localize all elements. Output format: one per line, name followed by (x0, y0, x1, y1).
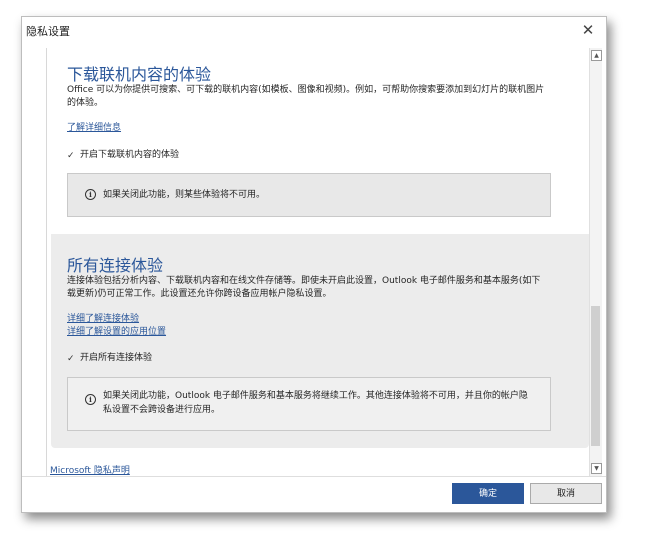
connected-info-line2: 私设置不会跨设备进行应用。 (103, 405, 221, 415)
connected-section-description: 连接体验包括分析内容、下载联机内容和在线文件存储等。即使未开启此设置，Outlo… (67, 276, 541, 299)
connected-info-line1: 如果关闭此功能，Outlook 电子邮件服务和基本服务将继续工作。其他连接体验将… (103, 391, 528, 401)
cancel-button[interactable]: 取消 (530, 483, 602, 504)
scroll-thumb[interactable] (591, 306, 600, 446)
connected-checkbox-row[interactable]: ✓ 开启所有连接体验 (67, 350, 152, 364)
scroll-down-icon[interactable]: ▼ (591, 463, 602, 474)
title-bar: 隐私设置 ✕ (22, 17, 606, 45)
download-info-box: i 如果关闭此功能，则某些体验将不可用。 (67, 173, 551, 217)
scroll-up-icon[interactable]: ▲ (591, 50, 602, 61)
download-content-section: 下载联机内容的体验 Office 可以为你提供可搜索、可下载的联机内容(如模板、… (47, 48, 592, 234)
dialog-title: 隐私设置 (26, 25, 70, 38)
info-icon: i (85, 394, 96, 405)
download-content-checkbox-label: 开启下载联机内容的体验 (80, 150, 180, 160)
connected-experiences-section: 所有连接体验 连接体验包括分析内容、下载联机内容和在线文件存储等。即使未开启此设… (51, 234, 589, 448)
vertical-scrollbar[interactable]: ▲ ▼ (589, 48, 602, 476)
download-info-text: 如果关闭此功能，则某些体验将不可用。 (103, 190, 266, 200)
settings-scroll-area: 下载联机内容的体验 Office 可以为你提供可搜索、可下载的联机内容(如模板、… (46, 48, 593, 476)
download-content-checkbox-row[interactable]: ✓ 开启下载联机内容的体验 (67, 147, 179, 161)
download-section-heading: 下载联机内容的体验 (67, 65, 212, 84)
footer-divider (22, 476, 606, 477)
close-icon[interactable]: ✕ (578, 20, 598, 40)
privacy-settings-dialog: 隐私设置 ✕ 下载联机内容的体验 Office 可以为你提供可搜索、可下载的联机… (21, 16, 607, 513)
download-content-checkbox[interactable]: ✓ (67, 152, 76, 161)
connected-checkbox-label: 开启所有连接体验 (80, 353, 153, 363)
learn-connected-link[interactable]: 详细了解连接体验 (67, 311, 139, 324)
ok-button[interactable]: 确定 (452, 483, 524, 504)
connected-info-box: i 如果关闭此功能，Outlook 电子邮件服务和基本服务将继续工作。其他连接体… (67, 377, 551, 431)
learn-settings-location-link[interactable]: 详细了解设置的应用位置 (67, 324, 166, 337)
connected-section-heading: 所有连接体验 (67, 256, 164, 275)
connected-experiences-checkbox[interactable]: ✓ (67, 355, 76, 364)
microsoft-privacy-link[interactable]: Microsoft 隐私声明 (50, 463, 130, 476)
info-icon: i (85, 189, 96, 200)
download-section-description: Office 可以为你提供可搜索、可下载的联机内容(如模板、图像和视频)。例如，… (67, 85, 545, 108)
learn-more-link[interactable]: 了解详细信息 (67, 120, 121, 133)
